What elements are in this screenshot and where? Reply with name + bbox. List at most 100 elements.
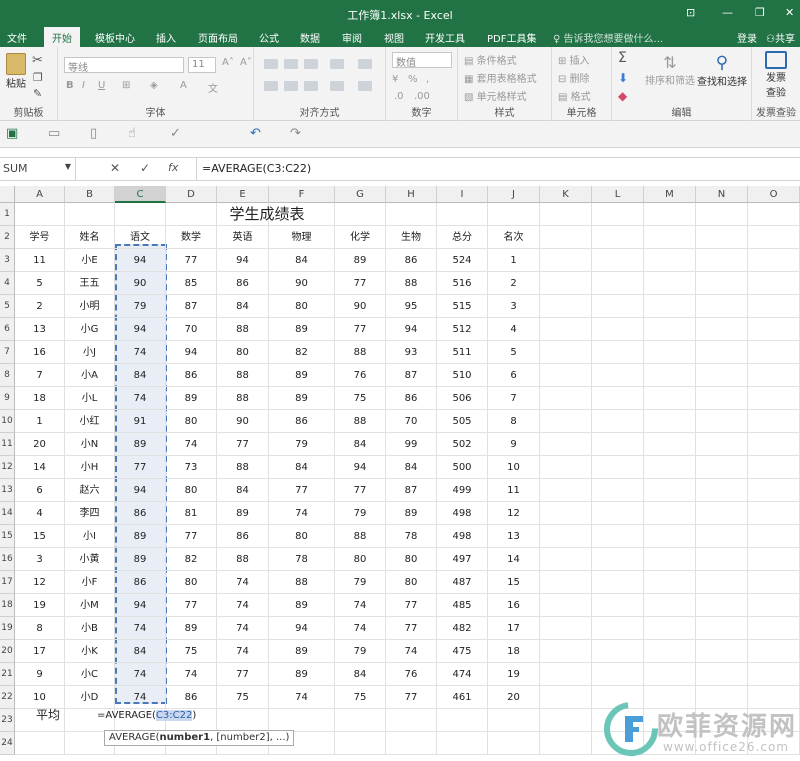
sheet-title[interactable]: 学生成绩表	[192, 203, 342, 226]
table-cell[interactable]: 小C	[65, 663, 115, 686]
empty-cell[interactable]	[592, 640, 644, 663]
table-cell[interactable]: 94	[115, 594, 166, 617]
table-cell[interactable]: 506	[437, 387, 488, 410]
table-cell[interactable]: 8	[15, 617, 65, 640]
table-cell[interactable]: 502	[437, 433, 488, 456]
empty-cell[interactable]	[386, 203, 437, 226]
row-header-3[interactable]: 3	[0, 249, 15, 272]
table-cell[interactable]: 88	[217, 548, 269, 571]
empty-cell[interactable]	[592, 272, 644, 295]
table-cell[interactable]: 12	[15, 571, 65, 594]
empty-cell[interactable]	[15, 732, 65, 755]
table-cell[interactable]: 87	[386, 479, 437, 502]
table-cell[interactable]: 赵六	[65, 479, 115, 502]
column-header-m[interactable]: M	[644, 186, 696, 203]
empty-cell[interactable]	[644, 617, 696, 640]
empty-cell[interactable]	[592, 548, 644, 571]
empty-cell[interactable]	[748, 479, 800, 502]
table-cell[interactable]: 20	[15, 433, 65, 456]
row-header-19[interactable]: 19	[0, 617, 15, 640]
empty-cell[interactable]	[696, 226, 748, 249]
table-cell[interactable]: 19	[15, 594, 65, 617]
table-cell[interactable]: 84	[335, 663, 386, 686]
empty-cell[interactable]	[696, 387, 748, 410]
table-cell[interactable]: 20	[488, 686, 540, 709]
font-name-box[interactable]: 等线	[64, 57, 184, 74]
table-cell[interactable]: 74	[269, 686, 335, 709]
wrap-text-icon[interactable]	[358, 59, 372, 69]
table-cell[interactable]: 77	[217, 663, 269, 686]
row-header-16[interactable]: 16	[0, 548, 15, 571]
empty-cell[interactable]	[592, 387, 644, 410]
table-cell[interactable]: 88	[386, 272, 437, 295]
table-cell[interactable]: 9	[488, 433, 540, 456]
table-cell[interactable]: 94	[115, 249, 166, 272]
table-cell[interactable]: 80	[166, 571, 217, 594]
table-cell[interactable]: 79	[269, 433, 335, 456]
tab-view[interactable]: 视图	[384, 30, 404, 45]
table-cell[interactable]: 9	[15, 663, 65, 686]
table-cell[interactable]: 82	[269, 341, 335, 364]
empty-cell[interactable]	[644, 525, 696, 548]
empty-cell[interactable]	[540, 341, 592, 364]
table-cell[interactable]: 小A	[65, 364, 115, 387]
table-cell[interactable]: 79	[115, 295, 166, 318]
percent-icon[interactable]: %	[408, 74, 418, 85]
format-cells-button[interactable]: ▤ 格式	[558, 88, 591, 103]
header-cell[interactable]: 名次	[488, 226, 540, 249]
table-cell[interactable]: 74	[217, 617, 269, 640]
empty-cell[interactable]	[540, 249, 592, 272]
table-cell[interactable]: 510	[437, 364, 488, 387]
table-cell[interactable]: 94	[217, 249, 269, 272]
table-cell[interactable]: 小B	[65, 617, 115, 640]
table-cell[interactable]: 90	[335, 295, 386, 318]
empty-cell[interactable]	[748, 203, 800, 226]
table-cell[interactable]: 90	[217, 410, 269, 433]
empty-cell[interactable]	[644, 364, 696, 387]
align-left-icon[interactable]	[264, 81, 278, 91]
column-header-e[interactable]: E	[217, 186, 269, 203]
empty-cell[interactable]	[592, 295, 644, 318]
table-cell[interactable]: 485	[437, 594, 488, 617]
row-header-23[interactable]: 23	[0, 709, 15, 732]
table-cell[interactable]: 89	[217, 502, 269, 525]
table-cell[interactable]: 70	[386, 410, 437, 433]
underline-icon[interactable]: U	[98, 80, 105, 91]
table-format-button[interactable]: ▦ 套用表格格式	[464, 70, 537, 85]
table-cell[interactable]: 小E	[65, 249, 115, 272]
row-header-8[interactable]: 8	[0, 364, 15, 387]
empty-cell[interactable]	[540, 410, 592, 433]
align-right-icon[interactable]	[304, 81, 318, 91]
table-cell[interactable]: 84	[115, 640, 166, 663]
table-cell[interactable]: 70	[166, 318, 217, 341]
table-cell[interactable]: 78	[386, 525, 437, 548]
empty-cell[interactable]	[748, 594, 800, 617]
table-cell[interactable]: 15	[15, 525, 65, 548]
empty-cell[interactable]	[592, 594, 644, 617]
table-cell[interactable]: 80	[386, 548, 437, 571]
empty-cell[interactable]	[540, 502, 592, 525]
table-cell[interactable]: 88	[269, 571, 335, 594]
empty-cell[interactable]	[644, 341, 696, 364]
empty-cell[interactable]	[115, 203, 166, 226]
empty-cell[interactable]	[540, 479, 592, 502]
table-cell[interactable]: 小K	[65, 640, 115, 663]
table-cell[interactable]: 94	[386, 318, 437, 341]
empty-cell[interactable]	[644, 203, 696, 226]
table-cell[interactable]: 王五	[65, 272, 115, 295]
table-cell[interactable]: 小M	[65, 594, 115, 617]
copy-icon[interactable]: ❐	[33, 71, 43, 84]
open-icon[interactable]: ▭	[48, 126, 60, 141]
format-painter-icon[interactable]: ✎	[33, 87, 42, 100]
column-header-b[interactable]: B	[65, 186, 115, 203]
table-cell[interactable]: 482	[437, 617, 488, 640]
table-cell[interactable]: 2	[488, 272, 540, 295]
row-header-11[interactable]: 11	[0, 433, 15, 456]
table-cell[interactable]: 13	[488, 525, 540, 548]
cancel-icon[interactable]: ✕	[110, 161, 120, 175]
empty-cell[interactable]	[540, 456, 592, 479]
table-cell[interactable]: 88	[217, 364, 269, 387]
formula-input[interactable]: =AVERAGE(C3:C22)	[196, 158, 800, 180]
autosum-icon[interactable]: Σ	[618, 50, 627, 66]
row-header-18[interactable]: 18	[0, 594, 15, 617]
